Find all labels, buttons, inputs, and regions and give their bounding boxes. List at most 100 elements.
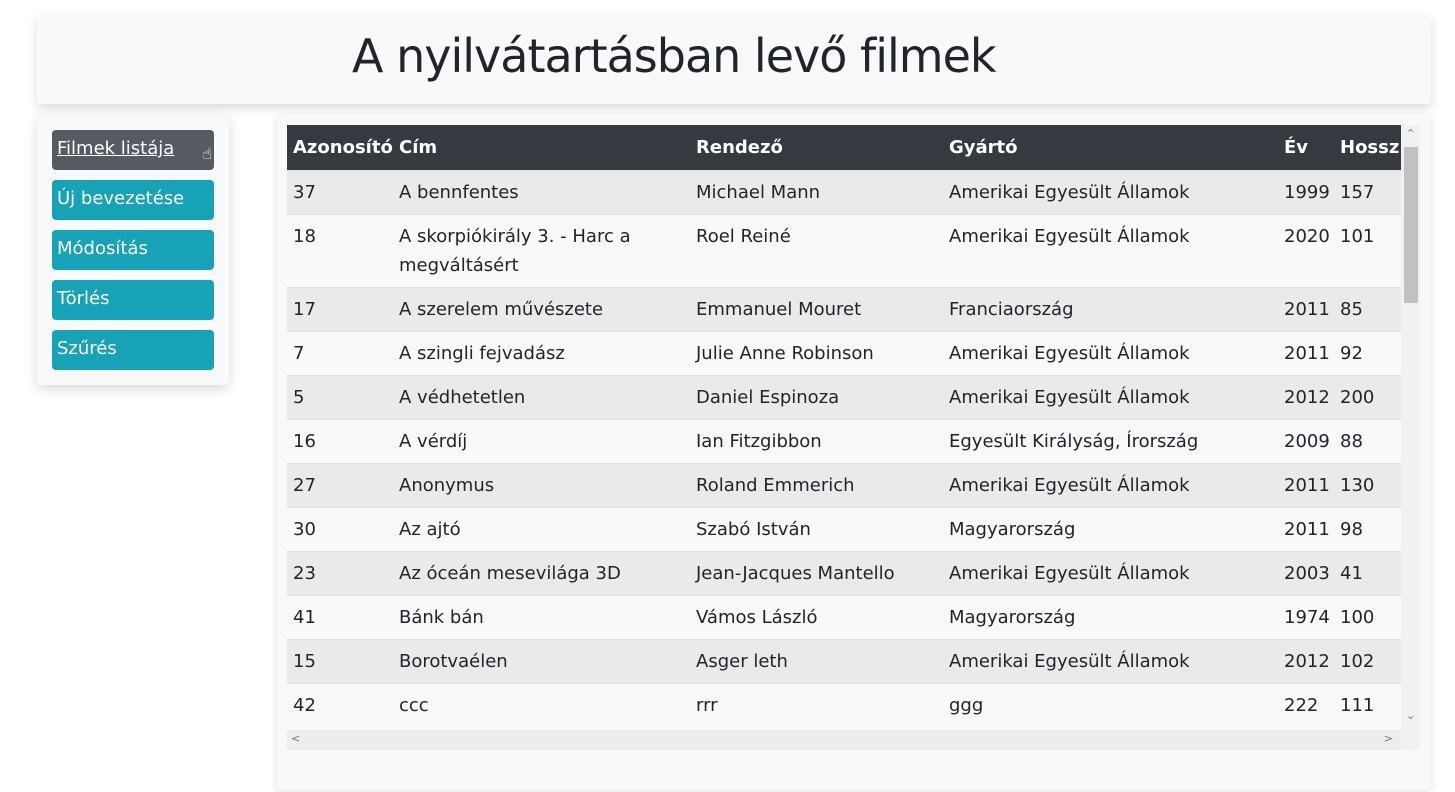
table-cell: Egyesült Királyság, Írország xyxy=(943,418,1278,463)
table-row[interactable]: 16 A vérdíj Ian Fitzgibbon Egyesült Királys… xyxy=(287,418,1401,463)
table-cell: Michael Mann xyxy=(690,169,943,214)
sidebar-item-label: Szűrés xyxy=(57,338,117,359)
table-row[interactable]: 18 A skorpiókirály 3. - Harc a megváltásé… xyxy=(287,213,1401,287)
vertical-scrollbar[interactable]: ⌃ ⌄ xyxy=(1401,125,1420,750)
page-header: A nyilvátartásban levő filmek xyxy=(37,15,1431,104)
table-cell: Amerikai Egyesült Államok xyxy=(943,330,1278,375)
sidebar-item-label: Új bevezetése xyxy=(57,188,185,209)
page-title: A nyilvátartásban levő filmek xyxy=(352,29,997,83)
table-cell: 85 xyxy=(1334,286,1401,331)
table-cell: 2011 xyxy=(1278,330,1334,375)
table-row[interactable]: 37 A bennfentes Michael Mann Amerikai Egyes… xyxy=(287,169,1401,214)
table-cell: 42 xyxy=(287,682,393,727)
column-header: Rendező xyxy=(690,125,943,170)
table-cell: 41 xyxy=(1334,550,1401,595)
column-header: Hossz xyxy=(1334,125,1401,170)
table-cell: Amerikai Egyesült Államok xyxy=(943,374,1278,419)
scroll-up-icon[interactable]: ⌃ xyxy=(1406,127,1415,140)
scroll-left-icon[interactable]: < xyxy=(291,732,300,745)
table-cell: Magyarország xyxy=(943,506,1278,551)
table-row[interactable]: 15 Borotvaélen Asger leth Amerikai Egyesült… xyxy=(287,638,1401,683)
table-cell: A skorpiókirály 3. - Harc a megváltásért xyxy=(393,213,690,287)
table-cell: A vérdíj xyxy=(393,418,690,463)
table-row[interactable]: 23 Az óceán mesevilága 3D Jean-Jacques Man… xyxy=(287,550,1401,595)
table-cell: 102 xyxy=(1334,638,1401,683)
table-cell: Jean-Jacques Mantello xyxy=(690,550,943,595)
table-cell: 88 xyxy=(1334,418,1401,463)
hand-cursor-icon: ☝ xyxy=(202,144,212,163)
sidebar-item-new[interactable]: Új bevezetése xyxy=(52,180,214,220)
table-cell: Bánk bán xyxy=(393,594,690,639)
table-cell: 2011 xyxy=(1278,462,1334,507)
table-cell: Amerikai Egyesült Államok xyxy=(943,213,1278,287)
table-cell: Anonymus xyxy=(393,462,690,507)
table-header-row: Azonosító Cím Rendező Gyártó Év Hossz xyxy=(287,125,1401,170)
table-scroll-area[interactable]: Azonosító Cím Rendező Gyártó Év Hossz 37 A ben… xyxy=(287,125,1420,750)
table-cell: 98 xyxy=(1334,506,1401,551)
table-row[interactable]: 5A védhetetlen Daniel Espinoza Amerikai Eg… xyxy=(287,374,1401,419)
sidebar-item-edit[interactable]: Módosítás xyxy=(52,230,214,270)
scroll-right-icon[interactable]: > xyxy=(1384,732,1393,745)
table-row[interactable]: 7A szingli fejvadász Julie Anne Robinson A… xyxy=(287,330,1401,375)
table-cell: Franciaország xyxy=(943,286,1278,331)
table-cell: 37 xyxy=(287,169,393,214)
main-panel: Azonosító Cím Rendező Gyártó Év Hossz 37 A ben… xyxy=(277,115,1431,790)
table-cell: Amerikai Egyesült Államok xyxy=(943,550,1278,595)
table-cell: Borotvaélen xyxy=(393,638,690,683)
table-cell: 15 xyxy=(287,638,393,683)
table-cell: 222 xyxy=(1278,682,1334,727)
horizontal-scrollbar[interactable]: < > xyxy=(287,730,1401,750)
table-cell: 17 xyxy=(287,286,393,331)
table-cell: Asger leth xyxy=(690,638,943,683)
table-cell: 30 xyxy=(287,506,393,551)
table-cell: 101 xyxy=(1334,213,1401,287)
table-cell: 2011 xyxy=(1278,286,1334,331)
table-row[interactable]: 42 ccc rrr ggg 222 111 xyxy=(287,682,1401,727)
table-cell: Amerikai Egyesült Államok xyxy=(943,638,1278,683)
table-cell: Vámos László xyxy=(690,594,943,639)
scrollbar-thumb[interactable] xyxy=(1404,147,1418,303)
column-header: Gyártó xyxy=(943,125,1278,170)
table-cell: 100 xyxy=(1334,594,1401,639)
table-cell: Roel Reiné xyxy=(690,213,943,287)
table-cell: Julie Anne Robinson xyxy=(690,330,943,375)
table-cell: Amerikai Egyesült Államok xyxy=(943,169,1278,214)
column-header: Azonosító xyxy=(287,125,393,170)
table-cell: A szerelem művészete xyxy=(393,286,690,331)
table-row[interactable]: 17 A szerelem művészete Emmanuel Mouret Fra… xyxy=(287,286,1401,331)
table-cell: 1974 xyxy=(1278,594,1334,639)
sidebar-item-filter[interactable]: Szűrés xyxy=(52,330,214,370)
table-cell: 157 xyxy=(1334,169,1401,214)
table-cell: Magyarország xyxy=(943,594,1278,639)
table-cell: Szabó István xyxy=(690,506,943,551)
table-cell: Ian Fitzgibbon xyxy=(690,418,943,463)
table-cell: 18 xyxy=(287,213,393,287)
sidebar-item-label: Módosítás xyxy=(57,238,148,259)
table-cell: ggg xyxy=(943,682,1278,727)
table-row[interactable]: 27 Anonymus Roland Emmerich Amerikai Egyesü… xyxy=(287,462,1401,507)
table-cell: 92 xyxy=(1334,330,1401,375)
table-cell: 2003 xyxy=(1278,550,1334,595)
table-cell: A védhetetlen xyxy=(393,374,690,419)
sidebar-item-delete[interactable]: Törlés xyxy=(52,280,214,320)
column-header: Év xyxy=(1278,125,1334,170)
table-cell: 23 xyxy=(287,550,393,595)
table-cell: 27 xyxy=(287,462,393,507)
sidebar-item-film-list[interactable]: Filmek listája ☝ xyxy=(52,130,214,170)
table-cell: Emmanuel Mouret xyxy=(690,286,943,331)
sidebar-item-label: Filmek listája xyxy=(57,138,175,159)
table-row[interactable]: 30 Az ajtó Szabó István Magyarország 2011 98 xyxy=(287,506,1401,551)
table-cell: ccc xyxy=(393,682,690,727)
table-cell: 2011 xyxy=(1278,506,1334,551)
table-cell: 2020 xyxy=(1278,213,1334,287)
table-cell: Amerikai Egyesült Államok xyxy=(943,462,1278,507)
scroll-down-icon[interactable]: ⌄ xyxy=(1406,709,1415,722)
table-cell: A szingli fejvadász xyxy=(393,330,690,375)
table-cell: A bennfentes xyxy=(393,169,690,214)
table-cell: 41 xyxy=(287,594,393,639)
table-row[interactable]: 41 Bánk bán Vámos László Magyarország 1974 10… xyxy=(287,594,1401,639)
table-cell: 200 xyxy=(1334,374,1401,419)
table-cell: Roland Emmerich xyxy=(690,462,943,507)
films-table: Azonosító Cím Rendező Gyártó Év Hossz 37 A ben… xyxy=(287,125,1401,727)
table-cell: Az ajtó xyxy=(393,506,690,551)
